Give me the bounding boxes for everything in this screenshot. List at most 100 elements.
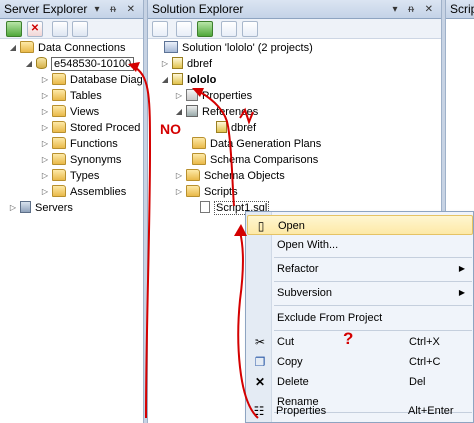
expand-toggle-icon[interactable]: ▷	[40, 136, 50, 152]
solution-explorer-titlebar[interactable]: Solution Explorer ▾ ᵰ ✕	[148, 0, 441, 19]
menu-item-refactor[interactable]: Refactor ▶	[247, 259, 473, 279]
database-project-icon	[172, 57, 183, 70]
tree-node-project-lololo[interactable]: ◢ lololo	[160, 72, 216, 88]
tree-node-views[interactable]: ▷ Views	[40, 104, 99, 120]
tree-node-label: Stored Proced	[70, 122, 141, 134]
tree-node-scripts[interactable]: ▷ Scripts	[174, 184, 238, 200]
tree-node-properties[interactable]: ▷ Properties	[174, 88, 252, 104]
tree-node-solution[interactable]: Solution 'lololo' (2 projects)	[152, 40, 313, 56]
menu-item-label: Copy	[277, 356, 303, 368]
annotation-no-label: NO	[160, 121, 181, 137]
menu-item-shortcut: Alt+Enter	[408, 405, 454, 417]
connect-to-database-icon[interactable]	[52, 21, 68, 37]
expand-toggle-icon[interactable]: ▷	[174, 168, 184, 184]
server-explorer-titlebar[interactable]: Server Explorer ▾ ᵰ ✕	[0, 0, 143, 19]
tree-node-label: Schema Comparisons	[210, 154, 319, 166]
menu-item-label: Open	[278, 220, 305, 232]
tree-node-connection[interactable]: ◢ e548530-10100	[24, 56, 135, 72]
expand-toggle-icon[interactable]: ▷	[8, 200, 18, 216]
menu-item-properties[interactable]: ☷ Properties Alt+Enter	[246, 402, 472, 421]
expand-toggle-icon[interactable]: ▷	[160, 56, 170, 72]
tree-node-references[interactable]: ◢ References	[174, 104, 258, 120]
tree-node-data-connections[interactable]: ◢ Data Connections	[8, 40, 125, 56]
expand-toggle-icon[interactable]: ▷	[40, 104, 50, 120]
expand-toggle-icon[interactable]: ▷	[40, 120, 50, 136]
menu-item-label: Open With...	[277, 239, 339, 251]
database-connection-icon	[36, 57, 47, 70]
expand-toggle-icon[interactable]: ◢	[174, 104, 184, 120]
submenu-arrow-icon: ▶	[458, 264, 465, 273]
tree-node-data-generation-plans[interactable]: Data Generation Plans	[180, 136, 321, 152]
tree-node-functions[interactable]: ▷ Functions	[40, 136, 118, 152]
menu-item-label: Exclude From Project	[277, 312, 383, 324]
tree-node-reference-dbref[interactable]: dbref	[204, 120, 256, 136]
properties-icon[interactable]	[152, 21, 168, 37]
tree-node-label: Data Connections	[38, 42, 126, 54]
tree-node-project-dbref[interactable]: ▷ dbref	[160, 56, 212, 72]
view-code-icon[interactable]	[221, 21, 237, 37]
scissors-icon: ✂	[254, 335, 266, 349]
servers-icon	[20, 201, 31, 214]
pane-window-buttons[interactable]: ▾ ᵰ ✕	[94, 0, 139, 19]
folder-icon	[52, 73, 66, 86]
folder-icon	[186, 169, 200, 182]
expand-toggle-icon[interactable]: ◢	[160, 72, 170, 88]
tree-node-label: Assemblies	[70, 186, 127, 198]
tree-node-types[interactable]: ▷ Types	[40, 168, 99, 184]
expand-toggle-icon[interactable]: ▷	[174, 88, 184, 104]
tree-node-label: Functions	[70, 138, 118, 150]
expand-toggle-icon[interactable]: ▷	[40, 168, 50, 184]
expand-toggle-icon[interactable]: ▷	[40, 72, 50, 88]
refresh-icon[interactable]	[197, 21, 213, 37]
expand-toggle-icon[interactable]: ◢	[24, 56, 34, 72]
menu-item-shortcut: Ctrl+X	[409, 336, 440, 348]
script-pane-titlebar[interactable]: Script	[446, 0, 474, 19]
menu-separator	[274, 281, 472, 282]
tree-node-label: Data Generation Plans	[210, 138, 322, 150]
menu-item-label: Delete	[277, 376, 309, 388]
menu-item-delete[interactable]: ✕ Delete Del	[247, 372, 473, 392]
folder-icon	[52, 89, 66, 102]
tree-node-tables[interactable]: ▷ Tables	[40, 88, 102, 104]
expand-toggle-icon[interactable]: ▷	[174, 184, 184, 200]
expand-toggle-icon[interactable]: ▷	[40, 88, 50, 104]
expand-toggle-icon[interactable]: ▷	[40, 152, 50, 168]
tree-node-schema-objects[interactable]: ▷ Schema Objects	[174, 168, 285, 184]
menu-separator	[274, 305, 472, 306]
folder-icon	[52, 105, 66, 118]
tree-node-schema-comparisons[interactable]: Schema Comparisons	[180, 152, 318, 168]
annotation-question-mark: ?	[343, 329, 354, 348]
show-all-files-icon[interactable]	[176, 21, 192, 37]
references-icon	[186, 105, 198, 118]
folder-icon	[52, 169, 66, 182]
open-file-icon: ▯	[257, 219, 265, 233]
tree-node-synonyms[interactable]: ▷ Synonyms	[40, 152, 121, 168]
menu-item-copy[interactable]: ❐ Copy Ctrl+C	[247, 352, 473, 372]
menu-item-label: Cut	[277, 336, 295, 348]
connect-to-server-icon[interactable]	[72, 21, 88, 37]
tree-node-database-diagrams[interactable]: ▷ Database Diag	[40, 72, 143, 88]
stop-refresh-icon[interactable]: ✕	[27, 21, 43, 37]
view-designer-icon[interactable]	[242, 21, 258, 37]
menu-item-open[interactable]: ▯ Open	[247, 215, 473, 235]
tree-node-label: Servers	[35, 202, 73, 214]
folder-icon	[52, 121, 66, 134]
refresh-icon[interactable]	[6, 21, 22, 37]
tree-node-label: dbref	[231, 122, 257, 134]
tree-node-servers[interactable]: ▷ Servers	[8, 200, 73, 216]
menu-item-subversion[interactable]: Subversion ▶	[247, 283, 473, 303]
database-project-icon	[172, 73, 183, 86]
expand-toggle-icon[interactable]: ▷	[40, 184, 50, 200]
expand-toggle-icon[interactable]: ◢	[8, 40, 18, 56]
context-menu: ▯ Open Open With... Refactor ▶ Subversio…	[245, 211, 474, 423]
tree-node-stored-procedures[interactable]: ▷ Stored Proced	[40, 120, 140, 136]
server-explorer-pane: Server Explorer ▾ ᵰ ✕ ✕ ◢ Data Connection…	[0, 0, 143, 423]
tree-node-assemblies[interactable]: ▷ Assemblies	[40, 184, 126, 200]
pane-window-buttons[interactable]: ▾ ᵰ ✕	[392, 0, 437, 19]
submenu-arrow-icon: ▶	[458, 288, 465, 297]
properties-icon	[186, 89, 198, 102]
menu-item-cut[interactable]: ✂ Cut Ctrl+X	[247, 332, 473, 352]
sql-file-icon	[200, 201, 210, 214]
menu-item-open-with[interactable]: Open With...	[247, 235, 473, 255]
menu-item-exclude-from-project[interactable]: Exclude From Project	[247, 308, 473, 328]
